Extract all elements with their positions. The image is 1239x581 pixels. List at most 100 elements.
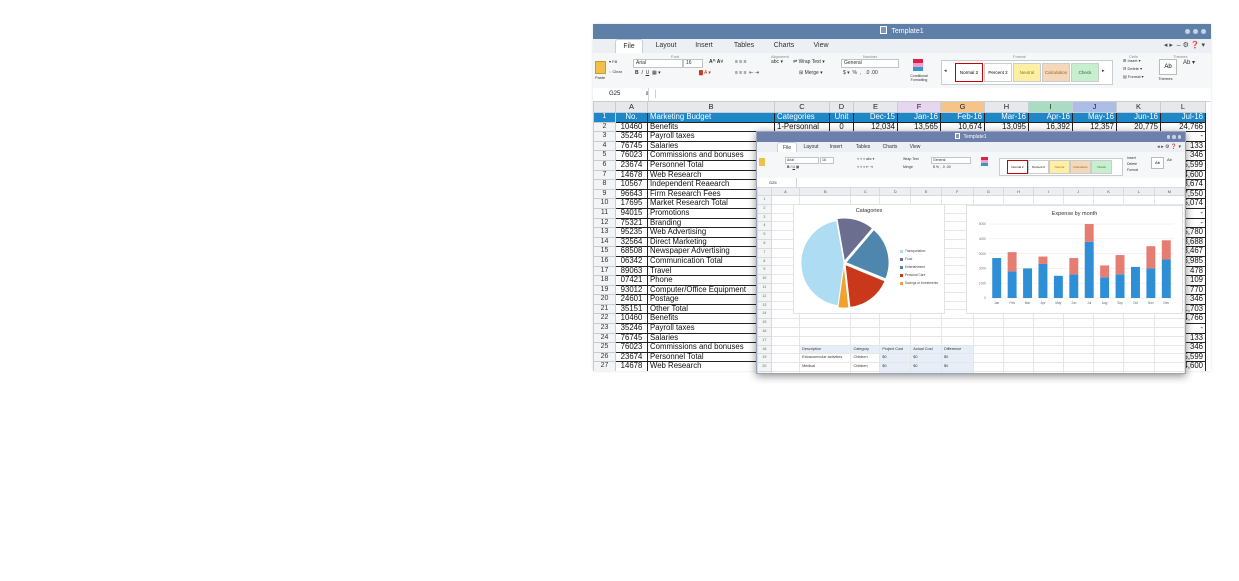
font-size-select[interactable]: 16 xyxy=(683,59,703,68)
table-cell[interactable] xyxy=(771,345,801,355)
table-cell[interactable] xyxy=(941,195,974,205)
column-header[interactable]: J xyxy=(1072,101,1117,113)
table-cell[interactable]: 76023 xyxy=(615,150,648,161)
table-cell[interactable] xyxy=(910,336,942,346)
table-cell[interactable] xyxy=(973,345,1005,355)
table-cell[interactable] xyxy=(1093,362,1125,372)
table-cell[interactable] xyxy=(1033,336,1064,346)
row-number[interactable]: 20 xyxy=(757,362,772,372)
bar-segment-dec-0[interactable] xyxy=(1161,259,1171,298)
name-box-stepper-icon[interactable]: ⇕ xyxy=(645,91,649,97)
font-grow-icon[interactable]: A^ A˅ xyxy=(709,59,723,65)
themes-icon[interactable]: Ab xyxy=(1159,59,1177,75)
pie-slice-transportation[interactable] xyxy=(800,220,845,307)
table-cell[interactable] xyxy=(973,318,1005,328)
table-cell[interactable]: 32564 xyxy=(615,237,648,248)
nav-right-icon[interactable]: ▸ xyxy=(1161,144,1164,150)
row-number[interactable]: 15 xyxy=(757,318,772,328)
table-cell[interactable] xyxy=(1063,318,1094,328)
table-cell[interactable] xyxy=(973,195,1005,205)
table-cell[interactable] xyxy=(1033,362,1064,372)
clear-button[interactable]: ◌ Clear xyxy=(609,69,622,74)
orientation-button[interactable]: abc ▾ xyxy=(771,59,783,65)
table-cell[interactable] xyxy=(1003,371,1035,373)
table-cell[interactable] xyxy=(1033,195,1064,205)
table-cell[interactable] xyxy=(771,327,801,337)
bar-segment-nov-1[interactable] xyxy=(1146,246,1156,269)
row-number[interactable]: 3 xyxy=(593,131,616,142)
row-number[interactable]: 5 xyxy=(593,150,616,161)
row-number[interactable]: 2 xyxy=(593,121,616,133)
help-icon[interactable]: ❓ xyxy=(1191,42,1200,49)
table-cell[interactable] xyxy=(1003,345,1035,355)
row-number[interactable]: 6 xyxy=(757,238,772,249)
table-cell[interactable] xyxy=(1003,327,1035,337)
number-format-select[interactable]: General xyxy=(931,157,971,164)
window-dot-icon[interactable] xyxy=(1172,135,1176,139)
window-dot-icon[interactable] xyxy=(1177,135,1181,139)
wrap-text-button[interactable]: ⇌ Wrap Text ▾ xyxy=(793,59,825,65)
row-number[interactable]: 24 xyxy=(593,332,616,344)
tab-view[interactable]: View xyxy=(809,39,833,53)
tab-insert[interactable]: Insert xyxy=(827,142,845,152)
row-number[interactable]: 13 xyxy=(593,227,616,238)
table-cell[interactable] xyxy=(1154,353,1185,364)
column-header[interactable]: I xyxy=(1028,101,1073,113)
row-number[interactable]: 8 xyxy=(593,179,616,190)
row-number[interactable]: 2 xyxy=(757,203,772,214)
table-cell[interactable] xyxy=(1063,353,1094,364)
table-cell[interactable]: Project Cost xyxy=(879,345,912,355)
row-number[interactable]: 11 xyxy=(593,207,616,219)
style-normal-2[interactable]: Normal 2 xyxy=(1007,160,1028,174)
bar-segment-apr-1[interactable] xyxy=(1038,256,1048,264)
table-cell[interactable] xyxy=(771,318,801,328)
row-number[interactable]: 10 xyxy=(757,274,772,284)
style-normal-2[interactable]: Normal 2 xyxy=(955,63,983,82)
tab-tables[interactable]: Tables xyxy=(729,39,759,53)
table-cell[interactable]: Category xyxy=(850,345,881,355)
row-number[interactable]: 9 xyxy=(593,188,616,200)
font-name-select[interactable]: Arial xyxy=(785,157,819,164)
row-number[interactable]: 14 xyxy=(593,236,616,248)
table-cell[interactable] xyxy=(799,195,852,205)
bar-segment-feb-1[interactable] xyxy=(1007,252,1017,272)
table-cell[interactable]: $0 xyxy=(910,371,942,373)
table-cell[interactable] xyxy=(850,318,881,328)
column-header[interactable]: A xyxy=(770,187,801,196)
table-cell[interactable]: Children xyxy=(850,362,881,372)
row-number[interactable]: 5 xyxy=(757,230,772,240)
row-number[interactable]: 18 xyxy=(593,275,616,286)
table-cell[interactable]: Actual Cost xyxy=(910,345,942,355)
bar-segment-oct-0[interactable] xyxy=(1130,266,1140,298)
table-cell[interactable] xyxy=(1123,195,1155,205)
tab-layout[interactable]: Layout xyxy=(651,39,681,53)
row-number[interactable]: 9 xyxy=(757,265,772,276)
text-format-buttons[interactable]: B I U ▦ xyxy=(787,165,799,169)
row-number[interactable]: 8 xyxy=(757,256,772,267)
row-number[interactable]: 13 xyxy=(757,300,772,311)
table-cell[interactable]: 14678 xyxy=(615,361,648,371)
table-cell[interactable] xyxy=(1063,195,1094,205)
style-neutral[interactable]: Neutral xyxy=(1049,160,1070,174)
align-horizontal-icons[interactable]: ≡ ≡ ≡ ⇤ ⇥ xyxy=(735,70,759,76)
column-header[interactable]: I xyxy=(1033,187,1064,196)
style-check[interactable]: Check xyxy=(1091,160,1112,174)
row-number[interactable]: 23 xyxy=(593,323,616,334)
row-number[interactable]: 21 xyxy=(593,303,616,315)
tab-view[interactable]: View xyxy=(907,142,923,152)
table-cell[interactable]: Extracurricular activities xyxy=(799,353,852,364)
table-cell[interactable] xyxy=(910,327,942,337)
column-header[interactable]: K xyxy=(1116,101,1161,113)
table-cell[interactable] xyxy=(850,195,881,205)
table-header-cell[interactable]: No. xyxy=(615,112,648,123)
row-number[interactable]: 11 xyxy=(757,282,772,293)
table-cell[interactable] xyxy=(1093,327,1125,337)
column-header[interactable]: F xyxy=(940,187,974,196)
table-cell[interactable]: 14678 xyxy=(615,170,648,181)
row-number[interactable]: 16 xyxy=(757,326,772,337)
row-number[interactable]: 7 xyxy=(757,247,772,258)
table-cell[interactable] xyxy=(1063,327,1094,337)
table-cell[interactable]: $0 xyxy=(879,353,912,364)
row-number[interactable]: 20 xyxy=(593,294,616,305)
row-number[interactable]: 3 xyxy=(757,212,772,223)
